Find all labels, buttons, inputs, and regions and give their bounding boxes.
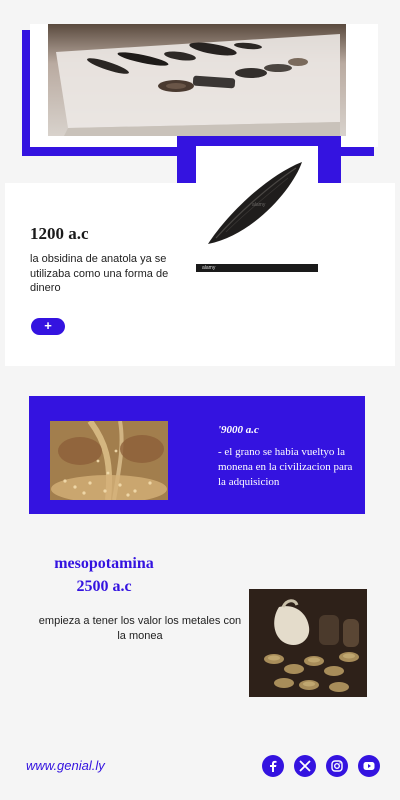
grain-photo xyxy=(50,421,168,500)
expand-plus-button[interactable]: + xyxy=(31,318,65,335)
date-heading-2500: 2500 a.c xyxy=(76,578,132,595)
svg-text:alamy: alamy xyxy=(252,202,266,208)
x-icon[interactable] xyxy=(294,755,316,777)
date-heading-9000: '9000 a.c xyxy=(218,424,259,436)
genially-link[interactable]: www.genial.ly xyxy=(26,758,105,773)
obsidian-blade-image: alamy alamy xyxy=(196,146,318,272)
obsidian-description: la obsidina de anatola ya se utilizaba c… xyxy=(30,253,169,294)
obsidian-tools-photo xyxy=(48,24,346,136)
facebook-icon[interactable] xyxy=(262,755,284,777)
instagram-icon[interactable] xyxy=(326,755,348,777)
youtube-icon[interactable] xyxy=(358,755,380,777)
grain-description: - el grano se habia vueltyo la monena en… xyxy=(218,446,353,488)
metals-description: empieza a tener los valor los metales co… xyxy=(38,615,242,642)
mesopotamia-title: mesopotamina xyxy=(54,555,154,572)
date-heading-1200: 1200 a.c xyxy=(30,224,89,243)
image-credit-bar: alamy xyxy=(196,264,318,272)
coins-bag-photo xyxy=(249,589,367,697)
